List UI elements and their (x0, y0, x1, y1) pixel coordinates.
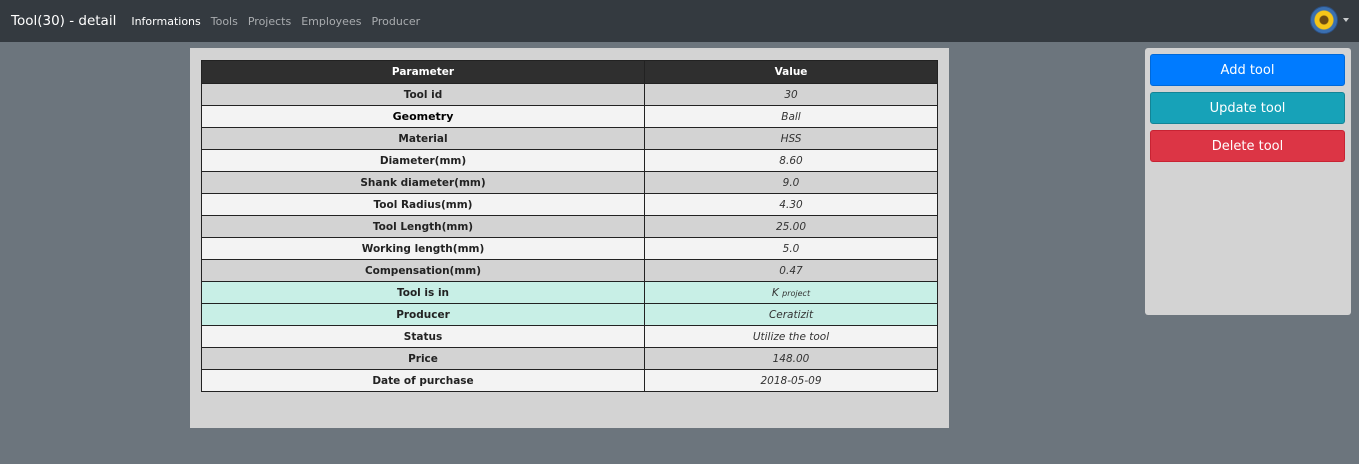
table-row: Tool Length(mm) 25.00 (201, 215, 938, 238)
table-row: Diameter(mm) 8.60 (201, 149, 938, 172)
param-label: Working length(mm) (201, 237, 645, 260)
param-value: 0.47 (644, 259, 938, 282)
project-suffix: project (782, 288, 811, 298)
table-row: Tool is in K project (201, 281, 938, 304)
param-label: Material (201, 127, 645, 150)
project-name: K (771, 286, 779, 299)
actions-panel: Add tool Update tool Delete tool (1145, 48, 1351, 315)
table-row: Working length(mm) 5.0 (201, 237, 938, 260)
table-row: Shank diameter(mm) 9.0 (201, 171, 938, 194)
delete-tool-button[interactable]: Delete tool (1150, 130, 1345, 162)
tool-detail-table: Parameter Value Tool id 30 Geometry Ball… (201, 60, 938, 392)
nav-informations[interactable]: Informations (131, 15, 200, 28)
param-label: Shank diameter(mm) (201, 171, 645, 194)
page-title: Tool(30) - detail (11, 13, 117, 29)
table-header-row: Parameter Value (201, 60, 938, 84)
table-row: Status Utilize the tool (201, 325, 938, 348)
param-value: 2018-05-09 (644, 369, 938, 392)
param-label: Tool id (201, 83, 645, 106)
param-label: Status (201, 325, 645, 348)
caret-down-icon[interactable] (1343, 18, 1349, 22)
param-value: Ceratizit (644, 303, 938, 326)
table-row: Compensation(mm) 0.47 (201, 259, 938, 282)
nav-producer[interactable]: Producer (371, 15, 420, 28)
param-label: Diameter(mm) (201, 149, 645, 172)
tool-detail-card: Parameter Value Tool id 30 Geometry Ball… (190, 48, 949, 428)
nav-employees[interactable]: Employees (301, 15, 361, 28)
nav-projects[interactable]: Projects (248, 15, 291, 28)
param-value: 5.0 (644, 237, 938, 260)
param-value: Ball (644, 105, 938, 128)
param-label: Price (201, 347, 645, 370)
param-value: Utilize the tool (644, 325, 938, 348)
param-value: 9.0 (644, 171, 938, 194)
table-row: Date of purchase 2018-05-09 (201, 369, 938, 392)
column-header-parameter: Parameter (201, 60, 645, 84)
param-label: Tool is in (201, 281, 645, 304)
table-row: Producer Ceratizit (201, 303, 938, 326)
param-label: Tool Length(mm) (201, 215, 645, 238)
param-value: 8.60 (644, 149, 938, 172)
param-value: K project (644, 281, 938, 304)
param-value: 25.00 (644, 215, 938, 238)
nav-tools[interactable]: Tools (211, 15, 238, 28)
param-value: 148.00 (644, 347, 938, 370)
param-label: Tool Radius(mm) (201, 193, 645, 216)
param-value: 30 (644, 83, 938, 106)
sunflower-avatar-icon[interactable] (1310, 6, 1338, 34)
top-navbar: Tool(30) - detail Informations Tools Pro… (0, 0, 1359, 42)
param-label: Date of purchase (201, 369, 645, 392)
user-menu[interactable] (1310, 6, 1349, 34)
add-tool-button[interactable]: Add tool (1150, 54, 1345, 86)
column-header-value: Value (644, 60, 938, 84)
table-row: Tool id 30 (201, 83, 938, 106)
update-tool-button[interactable]: Update tool (1150, 92, 1345, 124)
table-row: Geometry Ball (201, 105, 938, 128)
param-label: Producer (201, 303, 645, 326)
param-label: Geometry (201, 105, 645, 128)
table-row: Material HSS (201, 127, 938, 150)
table-row: Price 148.00 (201, 347, 938, 370)
table-row: Tool Radius(mm) 4.30 (201, 193, 938, 216)
param-label: Compensation(mm) (201, 259, 645, 282)
param-value: HSS (644, 127, 938, 150)
param-value: 4.30 (644, 193, 938, 216)
